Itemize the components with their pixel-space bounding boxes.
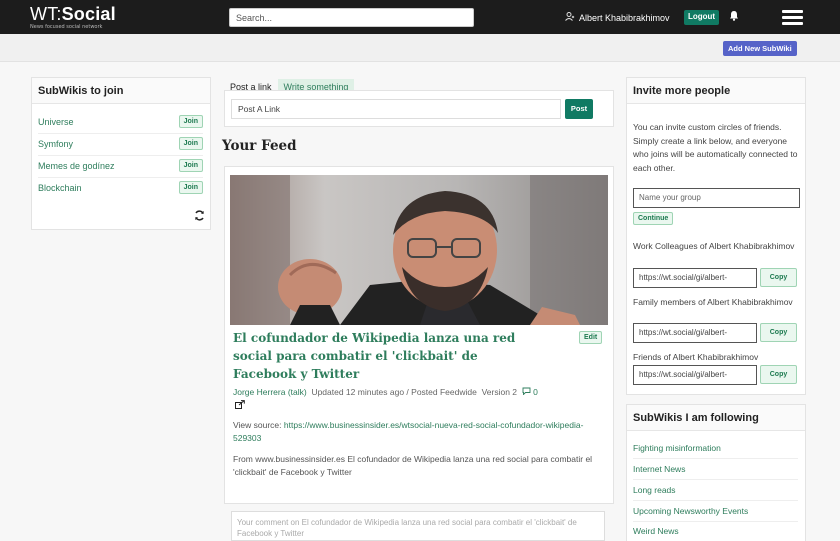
source-url-link[interactable]: https://www.businessinsider.es/wtsocial-…: [233, 420, 583, 443]
version-label: Version 2: [481, 387, 518, 397]
article-title[interactable]: El cofundador de Wikipedia lanza una red…: [233, 329, 543, 383]
comment-icon[interactable]: [522, 387, 533, 397]
join-button[interactable]: Join: [178, 115, 203, 128]
bell-icon[interactable]: [729, 10, 739, 24]
list-item: Symfony Join: [38, 134, 203, 156]
subwikis-following-panel: SubWikis I am following Fighting misinfo…: [626, 404, 806, 541]
source-excerpt: From www.businessinsider.es El cofundado…: [233, 454, 593, 477]
following-item[interactable]: Upcoming Newsworthy Events: [633, 502, 798, 522]
subwiki-link[interactable]: Symfony: [38, 139, 73, 149]
logo-text-right: Social: [61, 4, 116, 24]
author-link[interactable]: Jorge Herrera: [233, 387, 285, 397]
list-item: Memes de godínez Join: [38, 156, 203, 178]
top-navbar: WT:Social News focused social network Se…: [0, 0, 840, 34]
circle-label-friends: Friends of Albert Khabibrakhimov: [633, 352, 759, 362]
join-button[interactable]: Join: [178, 137, 203, 150]
circle-link-input-friends[interactable]: https://wt.social/gi/albert-: [633, 365, 757, 385]
article-image[interactable]: [230, 175, 608, 325]
updated-time: Updated 12 minutes ago: [311, 387, 405, 397]
talk-link[interactable]: (talk): [288, 387, 307, 397]
subwikis-to-join-panel: SubWikis to join Universe Join Symfony J…: [31, 77, 211, 230]
comment-input[interactable]: Your comment on El cofundador de Wikiped…: [231, 511, 605, 541]
join-button[interactable]: Join: [178, 181, 203, 194]
view-source-line: View source: https://www.businessinsider…: [233, 419, 608, 445]
continue-button[interactable]: Continue: [633, 212, 674, 225]
subwiki-link[interactable]: Memes de godínez: [38, 161, 115, 171]
following-title: SubWikis I am following: [627, 405, 805, 431]
invite-panel: Invite more people You can invite custom…: [626, 77, 806, 395]
following-item[interactable]: Internet News: [633, 460, 798, 480]
post-button[interactable]: Post: [565, 99, 593, 119]
subwikis-to-join-title: SubWikis to join: [32, 78, 210, 104]
refresh-icon[interactable]: [194, 210, 205, 224]
circle-label-family: Family members of Albert Khabibrakhimov: [633, 297, 793, 307]
list-item: Blockchain Join: [38, 178, 203, 200]
user-menu[interactable]: Albert Khabibrakhimov: [565, 12, 670, 23]
article-meta: Jorge Herrera (talk) Updated 12 minutes …: [233, 387, 538, 397]
circle-label-work: Work Colleagues of Albert Khabibrakhimov: [633, 241, 795, 251]
circle-link-input-family[interactable]: https://wt.social/gi/albert-: [633, 323, 757, 343]
logout-button[interactable]: Logout: [684, 10, 720, 25]
feed-article-card: El cofundador de Wikipedia lanza una red…: [224, 166, 614, 504]
user-name: Albert Khabibrakhimov: [579, 12, 670, 23]
invite-description: You can invite custom circles of friends…: [633, 122, 798, 173]
site-logo[interactable]: WT:Social News focused social network: [30, 4, 116, 30]
logo-tagline: News focused social network: [30, 24, 103, 30]
composer-panel: Post A Link Post: [224, 90, 614, 127]
share-icon[interactable]: [235, 400, 245, 412]
comment-count: 0: [533, 387, 538, 397]
post-link-input[interactable]: Post A Link: [231, 99, 561, 119]
hamburger-menu-icon[interactable]: [782, 10, 803, 25]
following-item[interactable]: Fighting misinformation: [633, 439, 798, 459]
copy-button-work[interactable]: Copy: [760, 268, 797, 287]
copy-button-family[interactable]: Copy: [760, 323, 797, 342]
copy-button-friends[interactable]: Copy: [760, 365, 797, 384]
view-source-label: View source:: [233, 420, 282, 430]
following-item[interactable]: Weird News: [633, 522, 798, 541]
invite-title: Invite more people: [627, 78, 805, 104]
edit-button[interactable]: Edit: [579, 331, 603, 344]
subwiki-link[interactable]: Universe: [38, 117, 74, 127]
subwiki-link[interactable]: Blockchain: [38, 183, 82, 193]
list-item: Universe Join: [38, 112, 203, 134]
posted-scope: Posted Feedwide: [411, 387, 477, 397]
group-name-input[interactable]: Name your group: [633, 188, 800, 208]
feed-title: Your Feed: [222, 138, 297, 154]
logo-text-left: WT:: [30, 4, 62, 24]
following-item[interactable]: Long reads: [633, 481, 798, 501]
user-icon: [565, 12, 575, 23]
join-button[interactable]: Join: [178, 159, 203, 172]
circle-link-input-work[interactable]: https://wt.social/gi/albert-: [633, 268, 757, 288]
search-input[interactable]: Search...: [229, 8, 474, 27]
subheader-bar: [0, 34, 840, 62]
add-new-subwiki-button[interactable]: Add New SubWiki: [723, 41, 797, 56]
